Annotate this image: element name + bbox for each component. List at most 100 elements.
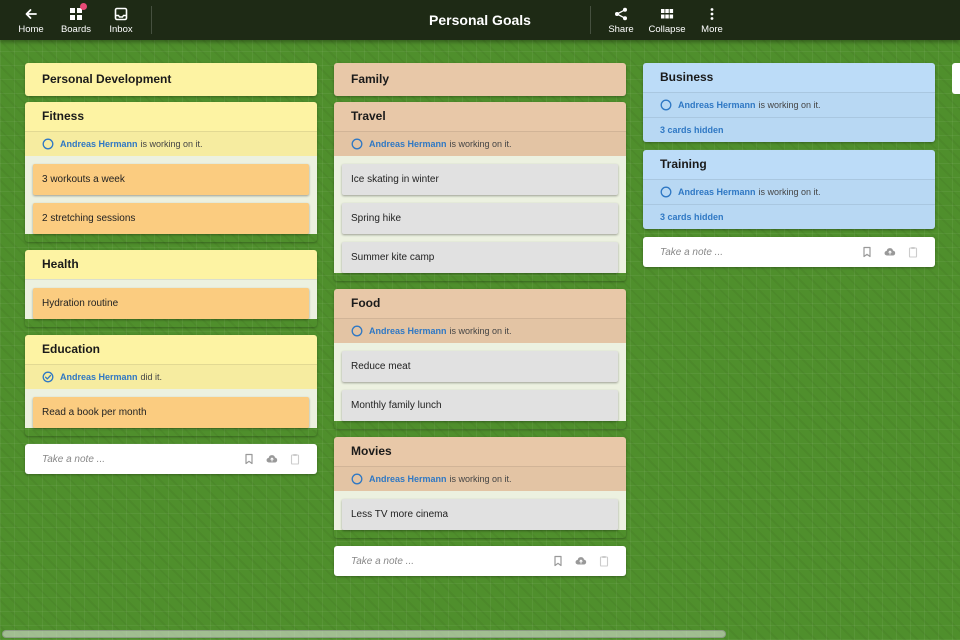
group-title[interactable]: Movies [334, 437, 626, 466]
group-title[interactable]: Food [334, 289, 626, 318]
note-placeholder[interactable]: Take a note ... [660, 247, 850, 258]
status-row: Andreas Hermann did it. [25, 364, 317, 389]
group-travel: Travel Andreas Hermann is working on it.… [334, 102, 626, 281]
check-circle-icon [42, 371, 54, 383]
list-title[interactable]: Business [643, 63, 935, 92]
boards-button[interactable]: Boards [60, 0, 92, 40]
take-note-bar[interactable]: Take a note ... [643, 237, 935, 267]
circle-icon [42, 138, 54, 150]
group-title[interactable]: Fitness [25, 102, 317, 131]
status-row: Andreas Hermann is working on it. [643, 92, 935, 117]
card[interactable]: 2 stretching sessions [33, 203, 309, 234]
group-education: Education Andreas Hermann did it. Read a… [25, 335, 317, 436]
status-text: is working on it. [758, 100, 821, 110]
list-business: Business Andreas Hermann is working on i… [643, 63, 935, 267]
home-label: Home [18, 23, 44, 35]
group-cards: Read a book per month [25, 389, 317, 428]
boards-label: Boards [60, 23, 92, 35]
status-user[interactable]: Andreas Hermann [60, 139, 138, 149]
card[interactable]: Reduce meat [342, 351, 618, 382]
group-cards: Less TV more cinema [334, 491, 626, 530]
grid-icon [68, 2, 87, 22]
status-text: is working on it. [140, 139, 203, 149]
card[interactable]: Ice skating in winter [342, 164, 618, 195]
list-title[interactable]: Family [334, 63, 626, 96]
group-movies: Movies Andreas Hermann is working on it.… [334, 437, 626, 538]
status-row: Andreas Hermann is working on it. [334, 318, 626, 343]
bookmark-icon[interactable] [861, 246, 873, 258]
group-health: Health Hydration routine [25, 250, 317, 327]
group-cards: Reduce meat Monthly family lunch [334, 343, 626, 421]
take-note-bar[interactable]: Take a note ... [334, 546, 626, 576]
circle-icon [660, 99, 672, 111]
more-label: More [701, 23, 723, 35]
collapse-icon [659, 6, 675, 22]
more-button[interactable]: More [698, 0, 726, 40]
group-title[interactable]: Education [25, 335, 317, 364]
group-cards: 3 workouts a week 2 stretching sessions [25, 156, 317, 234]
card[interactable]: Read a book per month [33, 397, 309, 428]
group-cards: Hydration routine [25, 279, 317, 319]
status-text: is working on it. [449, 139, 512, 149]
card[interactable]: Monthly family lunch [342, 390, 618, 421]
hidden-cards-link[interactable]: 3 cards hidden [643, 204, 935, 229]
status-row: Andreas Hermann is working on it. [25, 131, 317, 156]
status-user[interactable]: Andreas Hermann [60, 372, 138, 382]
card[interactable]: Less TV more cinema [342, 499, 618, 530]
card[interactable]: Hydration routine [33, 288, 309, 319]
page-title: Personal Goals [429, 12, 531, 28]
arrow-left-icon [23, 6, 39, 22]
clipboard-icon[interactable] [289, 453, 301, 465]
note-placeholder[interactable]: Take a note ... [42, 454, 232, 465]
inbox-button[interactable]: Inbox [106, 0, 136, 40]
inbox-icon [113, 6, 129, 22]
group-business: Business Andreas Hermann is working on i… [643, 63, 935, 142]
cloud-upload-icon[interactable] [884, 246, 896, 258]
take-note-bar[interactable]: Take a note ... [25, 444, 317, 474]
bookmark-icon[interactable] [552, 555, 564, 567]
note-placeholder[interactable]: Take a note ... [351, 556, 541, 567]
group-title[interactable]: Health [25, 250, 317, 279]
horizontal-scrollbar[interactable] [2, 630, 726, 638]
group-fitness: Fitness Andreas Hermann is working on it… [25, 102, 317, 242]
status-user[interactable]: Andreas Hermann [369, 474, 447, 484]
status-user[interactable]: Andreas Hermann [678, 100, 756, 110]
group-cards: Ice skating in winter Spring hike Summer… [334, 156, 626, 273]
group-training: Training Andreas Hermann is working on i… [643, 150, 935, 229]
bookmark-icon[interactable] [243, 453, 255, 465]
status-user[interactable]: Andreas Hermann [369, 139, 447, 149]
clipboard-icon[interactable] [598, 555, 610, 567]
top-bar: Home Boards Inbox Personal Goals Share C… [0, 0, 960, 40]
share-label: Share [608, 23, 634, 35]
card[interactable]: Summer kite camp [342, 242, 618, 273]
cloud-upload-icon[interactable] [575, 555, 587, 567]
status-text: is working on it. [449, 326, 512, 336]
card[interactable]: 3 workouts a week [33, 164, 309, 195]
status-user[interactable]: Andreas Hermann [678, 187, 756, 197]
list-family: Family Travel Andreas Hermann is working… [334, 63, 626, 576]
list-title[interactable]: Personal Development [25, 63, 317, 96]
collapse-button[interactable]: Collapse [646, 0, 688, 40]
card[interactable]: Spring hike [342, 203, 618, 234]
share-button[interactable]: Share [606, 0, 636, 40]
clipboard-icon[interactable] [907, 246, 919, 258]
home-button[interactable]: Home [17, 0, 45, 40]
circle-icon [660, 186, 672, 198]
status-text: did it. [140, 372, 163, 382]
next-list-edge[interactable] [952, 63, 960, 94]
status-user[interactable]: Andreas Hermann [369, 326, 447, 336]
collapse-label: Collapse [648, 23, 686, 35]
hidden-cards-link[interactable]: 3 cards hidden [643, 117, 935, 142]
group-title[interactable]: Travel [334, 102, 626, 131]
group-title[interactable]: Training [643, 150, 935, 179]
nav-divider [590, 6, 591, 34]
status-row: Andreas Hermann is working on it. [334, 466, 626, 491]
nav-divider [151, 6, 152, 34]
circle-icon [351, 325, 363, 337]
share-icon [613, 6, 629, 22]
status-row: Andreas Hermann is working on it. [334, 131, 626, 156]
cloud-upload-icon[interactable] [266, 453, 278, 465]
group-food: Food Andreas Hermann is working on it. R… [334, 289, 626, 429]
circle-icon [351, 473, 363, 485]
circle-icon [351, 138, 363, 150]
